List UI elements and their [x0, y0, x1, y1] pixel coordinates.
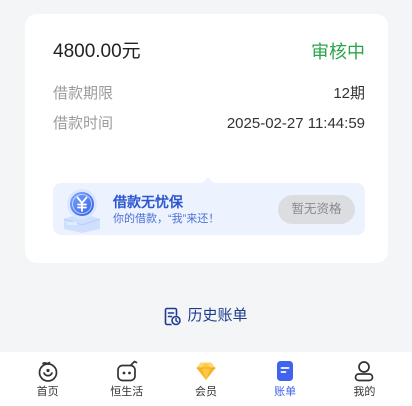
detail-value: 2025-02-27 11:44:59 — [226, 115, 365, 132]
tab-life[interactable]: 恒生活 — [87, 352, 166, 406]
loan-amount: 4800.00元 — [53, 41, 141, 62]
tab-label: 我的 — [353, 386, 376, 398]
history-bills-label: 历史账单 — [187, 307, 248, 324]
tab-member[interactable]: 会员 — [166, 352, 245, 406]
bill-history-icon — [165, 307, 182, 325]
tab-profile[interactable]: 我的 — [325, 352, 404, 406]
bottom-tab-bar: 首页 恒生活 会员 账单 我的 — [0, 352, 412, 406]
no-eligibility-button[interactable]: 暂无资格 — [278, 195, 355, 224]
tab-bills[interactable]: 账单 — [246, 352, 325, 406]
promo-subtitle: 你的借款，“我”来还！ — [113, 213, 220, 225]
diamond-icon — [196, 362, 216, 380]
tab-label: 会员 — [194, 386, 217, 398]
detail-label: 借款期限 — [53, 85, 114, 102]
tab-label: 首页 — [36, 386, 59, 398]
home-icon — [38, 361, 57, 382]
shield-yen-icon — [63, 189, 101, 233]
detail-row-time: 借款时间 2025-02-27 11:44:59 — [53, 114, 365, 134]
detail-row-term: 借款期限 12期 — [53, 84, 365, 104]
promo-title: 借款无忧保 — [113, 194, 183, 210]
life-bag-icon — [116, 360, 138, 382]
profile-icon — [354, 361, 374, 382]
detail-value: 12期 — [333, 85, 365, 102]
bill-icon — [277, 361, 294, 381]
tab-home[interactable]: 首页 — [8, 352, 87, 406]
detail-label: 借款时间 — [53, 115, 114, 132]
loan-order-card: 4800.00元 审核中 借款期限 12期 借款时间 2025-02-27 11… — [25, 14, 388, 263]
status-badge: 审核中 — [311, 42, 365, 62]
insurance-promo-banner: 借款无忧保 你的借款，“我”来还！ 暂无资格 — [53, 177, 365, 235]
tab-label: 恒生活 — [110, 386, 144, 398]
history-bills-link[interactable]: 历史账单 — [0, 305, 412, 327]
tab-label: 账单 — [274, 386, 297, 398]
promo-pointer — [202, 177, 214, 183]
